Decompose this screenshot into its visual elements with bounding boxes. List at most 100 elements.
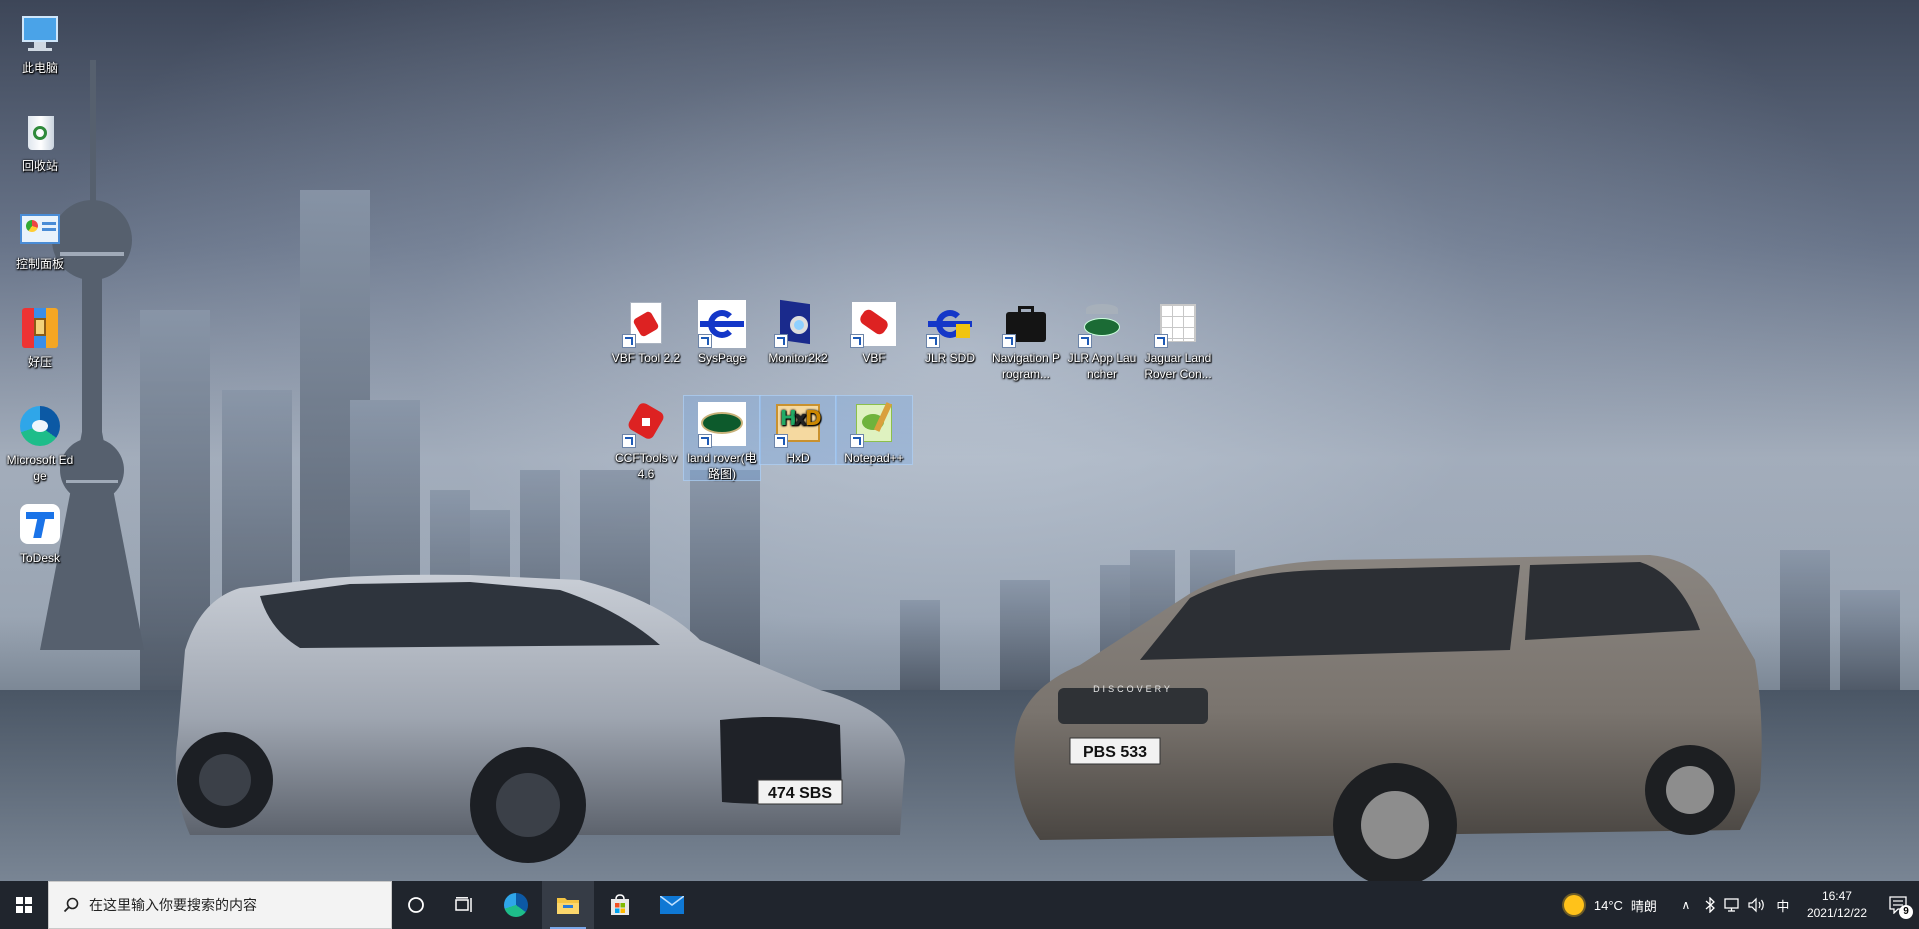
shortcut-arrow-icon: [1154, 334, 1168, 348]
desktop-icon-jlr-app-launcher[interactable]: JLR App Launcher: [1064, 296, 1140, 382]
shortcut-arrow-icon: [926, 334, 940, 348]
shortcut-arrow-icon: [850, 334, 864, 348]
shortcut-arrow-icon: [774, 334, 788, 348]
show-hidden-icons-button[interactable]: ∧: [1673, 881, 1699, 929]
taskbar-edge[interactable]: [490, 881, 542, 929]
weather-temperature: 14°C: [1593, 897, 1623, 913]
desktop-icon-label: Notepad++: [844, 451, 904, 465]
desktop-icon-label: HxD: [786, 451, 810, 465]
desktop-icon-ccftools[interactable]: CCFTools v4.6: [608, 396, 684, 482]
network-icon: [1724, 898, 1739, 912]
vbf-tool-icon: [622, 300, 670, 348]
monitor2k2-icon: [774, 299, 822, 348]
ccftools-icon: [622, 400, 670, 448]
ime-indicator[interactable]: 中: [1769, 881, 1797, 929]
edge-icon: [504, 893, 528, 917]
desktop-icon-monitor2k2[interactable]: Monitor2k2: [760, 296, 836, 366]
windows-logo-icon: [16, 897, 32, 913]
sun-icon: [1563, 895, 1584, 915]
cortana-button[interactable]: [392, 881, 440, 929]
desktop-icon-land-rover-wiring[interactable]: land rover(电路图): [683, 395, 761, 481]
recycle-bin-icon: [16, 108, 64, 156]
haozip-icon: [16, 304, 64, 352]
clock-time: 16:47: [1821, 889, 1852, 903]
desktop-icon-syspage[interactable]: SysPage: [684, 296, 760, 366]
desktop-icon-label: land rover(电路图): [687, 451, 757, 481]
desktop-icon-label: JLR App Launcher: [1067, 351, 1137, 381]
taskbar: 在这里输入你要搜索的内容 14°C 晴朗 ∧ 中 16:47 2021/12/2…: [0, 881, 1919, 929]
desktop-icon-hxd[interactable]: H x D HxD: [759, 395, 837, 465]
speaker-icon: [1748, 897, 1764, 913]
start-button[interactable]: [0, 881, 48, 929]
desktop-icon-todesk[interactable]: ToDesk: [2, 496, 78, 566]
clock[interactable]: 16:47 2021/12/22: [1797, 881, 1877, 929]
desktop-icon-this-pc[interactable]: 此电脑: [2, 6, 78, 76]
desktop-icon-label: ToDesk: [19, 551, 60, 565]
syspage-icon: [698, 300, 746, 348]
shortcut-arrow-icon: [774, 434, 788, 448]
desktop-icon-label: 此电脑: [21, 61, 58, 75]
shortcut-arrow-icon: [850, 434, 864, 448]
network-tray[interactable]: [1721, 881, 1745, 929]
todesk-icon: [16, 500, 64, 548]
store-icon: [611, 894, 629, 915]
jaguar-plate-text: 474 SBS: [768, 785, 832, 802]
control-panel-icon: [16, 206, 64, 254]
weather-condition: 晴朗: [1630, 898, 1657, 914]
jlr-config-icon: [1154, 300, 1202, 348]
task-view-icon: [455, 897, 472, 912]
desktop-icon-label: JLR SDD: [924, 351, 975, 365]
wallpaper-scene: 474 SBS DISCOVERY PBS 533: [0, 60, 1919, 881]
bluetooth-icon: [1705, 897, 1715, 913]
chevron-up-icon: ∧: [1681, 898, 1691, 912]
jlr-sdd-icon: [926, 300, 974, 348]
this-pc-icon: [16, 10, 64, 58]
clock-date: 2021/12/22: [1806, 906, 1867, 920]
desktop-icon-notepadpp[interactable]: Notepad++: [835, 395, 913, 465]
taskbar-file-explorer[interactable]: [542, 881, 594, 929]
vbf-icon: [850, 300, 898, 348]
bluetooth-tray[interactable]: [1699, 881, 1721, 929]
jlr-app-launcher-icon: [1078, 300, 1126, 348]
desktop-icon-jlr-config[interactable]: Jaguar Land Rover Con...: [1140, 296, 1216, 382]
cortana-icon: [408, 897, 424, 913]
shortcut-arrow-icon: [622, 434, 636, 448]
notification-count-badge: 9: [1899, 905, 1913, 919]
desktop-icon-vbf-tool[interactable]: VBF Tool 2.2: [608, 296, 684, 366]
volume-tray[interactable]: [1745, 881, 1769, 929]
desktop-icon-label: Monitor2k2: [768, 351, 828, 365]
desktop-icon-label: VBF Tool 2.2: [611, 351, 681, 365]
jaguar-car-image: 474 SBS: [175, 574, 905, 863]
shortcut-arrow-icon: [698, 434, 712, 448]
land-rover-logo-icon: [698, 400, 746, 448]
desktop-icon-recycle-bin[interactable]: 回收站: [2, 104, 78, 174]
desktop-icon-haozip[interactable]: 好压: [2, 300, 78, 370]
edge-icon: [16, 402, 64, 450]
desktop-icon-label: Jaguar Land Rover Con...: [1144, 351, 1212, 381]
shortcut-arrow-icon: [1078, 334, 1092, 348]
desktop-icon-vbf[interactable]: VBF: [836, 296, 912, 366]
desktop-icon-control-panel[interactable]: 控制面板: [2, 202, 78, 272]
mail-icon: [660, 896, 684, 914]
search-placeholder: 在这里输入你要搜索的内容: [89, 897, 257, 913]
system-tray: 14°C 晴朗 ∧ 中 16:47 2021/12/22 9: [1558, 881, 1919, 929]
desktop-icon-microsoft-edge[interactable]: Microsoft Edge: [2, 398, 78, 484]
desktop-icon-label: 好压: [27, 355, 52, 369]
search-icon: [63, 897, 79, 913]
desktop-wallpaper: 474 SBS DISCOVERY PBS 533: [0, 0, 1919, 881]
briefcase-icon: [1002, 300, 1050, 348]
taskbar-mail[interactable]: [646, 881, 698, 929]
weather-widget[interactable]: 14°C 晴朗: [1558, 881, 1663, 929]
shortcut-arrow-icon: [698, 334, 712, 348]
task-view-button[interactable]: [440, 881, 488, 929]
desktop-icon-label: SysPage: [697, 351, 747, 365]
desktop-icon-label: 控制面板: [15, 257, 64, 271]
taskbar-store[interactable]: [594, 881, 646, 929]
notification-center-button[interactable]: 9: [1877, 881, 1919, 929]
file-explorer-icon: [557, 898, 579, 914]
taskbar-search-box[interactable]: 在这里输入你要搜索的内容: [48, 881, 392, 929]
desktop-icon-navigation-program[interactable]: Navigation Program...: [988, 296, 1064, 382]
desktop-icon-jlr-sdd[interactable]: JLR SDD: [912, 296, 988, 366]
discovery-plate-text: PBS 533: [1083, 744, 1147, 761]
desktop-icon-label: Microsoft Edge: [6, 453, 74, 483]
